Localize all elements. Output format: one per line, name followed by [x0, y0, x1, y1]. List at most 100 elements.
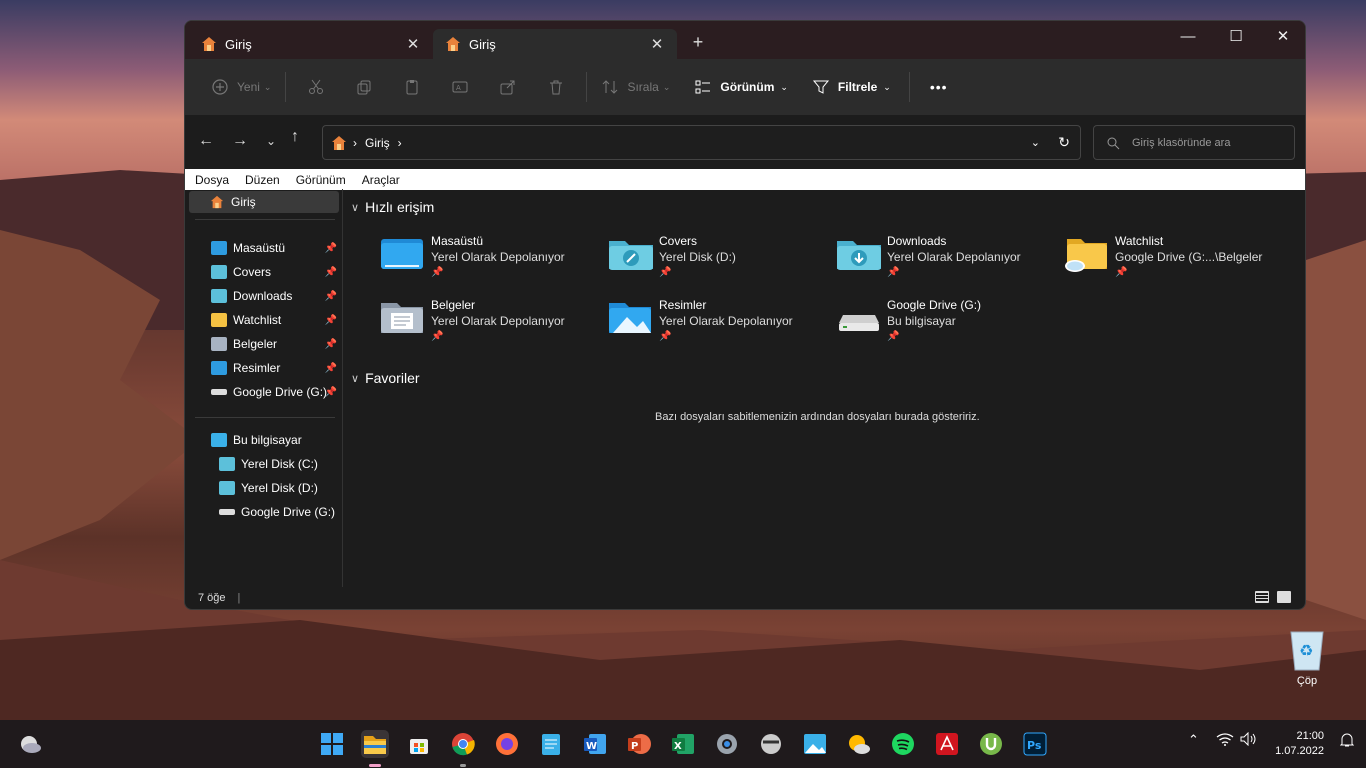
- documents-folder-icon: [381, 303, 423, 333]
- folder-icon: [211, 265, 227, 279]
- new-button[interactable]: Yeni ⌄: [203, 70, 279, 104]
- wifi-icon[interactable]: [1216, 732, 1234, 749]
- scissors-icon: [309, 79, 324, 94]
- svg-text:W: W: [586, 741, 597, 752]
- quick-access-item-masaustu[interactable]: Masaüstü Yerel Olarak Depolanıyor 📌: [379, 233, 599, 289]
- minimize-button[interactable]: —: [1165, 21, 1211, 51]
- sidebar-item-covers[interactable]: Covers 📌: [211, 261, 341, 283]
- divider: [908, 72, 910, 102]
- close-tab-icon[interactable]: ✕: [405, 35, 421, 53]
- powerpoint-icon[interactable]: P: [625, 730, 653, 758]
- chevron-down-icon: ∨: [351, 201, 360, 214]
- rename-button[interactable]: A: [436, 70, 484, 104]
- back-arrow-icon[interactable]: ←: [195, 132, 217, 150]
- photos-icon[interactable]: [801, 730, 829, 758]
- file-explorer-taskbar-icon[interactable]: [361, 730, 389, 758]
- quick-access-item-resimler[interactable]: Resimler Yerel Olarak Depolanıyor 📌: [607, 297, 827, 353]
- copy-button[interactable]: [340, 70, 388, 104]
- sort-button[interactable]: Sırala ⌄: [593, 70, 678, 104]
- sidebar-item-drive-g[interactable]: Google Drive (G:): [219, 501, 339, 523]
- cut-button[interactable]: [292, 70, 340, 104]
- svg-text:A: A: [456, 84, 461, 92]
- notification-bell-icon[interactable]: [1339, 732, 1355, 751]
- clipboard-icon: [406, 80, 418, 95]
- clock-time: 21:00: [1296, 730, 1324, 742]
- sidebar-item-watchlist[interactable]: Watchlist 📌: [211, 309, 341, 331]
- spotify-icon[interactable]: [889, 730, 917, 758]
- weather-app-icon[interactable]: [845, 730, 873, 758]
- tiles-view-icon[interactable]: [1277, 591, 1291, 603]
- menu-araclar[interactable]: Araçlar: [362, 173, 400, 187]
- sidebar-item-downloads[interactable]: Downloads 📌: [211, 285, 341, 307]
- recent-locations-chevron-icon[interactable]: ⌄: [260, 134, 282, 148]
- breadcrumb-giris[interactable]: Giriş: [365, 136, 390, 150]
- quick-access-header[interactable]: ∨ Hızlı erişim: [351, 199, 434, 215]
- tab-giris-2[interactable]: Giriş ✕: [433, 29, 677, 59]
- quick-access-item-covers[interactable]: Covers Yerel Disk (D:) 📌: [607, 233, 827, 289]
- quick-access-item-watchlist[interactable]: Watchlist Google Drive (G:...\Belgeler 📌: [1063, 233, 1283, 289]
- forward-arrow-icon[interactable]: →: [229, 132, 251, 150]
- acrobat-icon[interactable]: [933, 730, 961, 758]
- sidebar-item-belgeler[interactable]: Belgeler 📌: [211, 333, 341, 355]
- tab-label: Giriş: [469, 36, 496, 52]
- breadcrumb-chevron-icon[interactable]: ›: [398, 136, 402, 150]
- quick-access-item-downloads[interactable]: Downloads Yerel Olarak Depolanıyor 📌: [835, 233, 1055, 289]
- sidebar-item-resimler[interactable]: Resimler 📌: [211, 357, 341, 379]
- address-bar[interactable]: › Giriş › ⌄ ↻: [322, 125, 1081, 160]
- favorites-header[interactable]: ∨ Favoriler: [351, 370, 420, 386]
- search-input[interactable]: Giriş klasöründe ara: [1093, 125, 1295, 160]
- details-view-icon[interactable]: [1255, 591, 1269, 603]
- recycle-bin[interactable]: ♻ Çöp: [1284, 628, 1330, 687]
- utorrent-icon[interactable]: [977, 730, 1005, 758]
- more-options-button[interactable]: •••: [922, 70, 956, 104]
- app-icon[interactable]: [757, 730, 785, 758]
- view-button[interactable]: Görünüm ⌄: [686, 70, 796, 104]
- up-arrow-icon[interactable]: ↑: [284, 128, 306, 146]
- delete-button[interactable]: [532, 70, 580, 104]
- home-icon: [202, 37, 216, 51]
- store-icon[interactable]: [405, 730, 433, 758]
- sidebar-item-drive-c[interactable]: Yerel Disk (C:): [219, 453, 339, 475]
- sidebar-item-google-drive[interactable]: Google Drive (G:) 📌: [211, 381, 341, 403]
- notepad-icon[interactable]: [537, 730, 565, 758]
- menu-dosya[interactable]: Dosya: [195, 173, 229, 187]
- chrome-icon[interactable]: [449, 730, 477, 758]
- drive-icon: [219, 509, 235, 515]
- weather-widget-icon[interactable]: [16, 730, 44, 758]
- maximize-button[interactable]: ☐: [1213, 21, 1259, 51]
- share-button[interactable]: [484, 70, 532, 104]
- close-button[interactable]: ✕: [1260, 21, 1305, 51]
- address-dropdown-chevron-icon[interactable]: ⌄: [1031, 136, 1040, 149]
- volume-icon[interactable]: [1240, 731, 1258, 749]
- word-icon[interactable]: W: [581, 730, 609, 758]
- excel-icon[interactable]: X: [669, 730, 697, 758]
- filter-button[interactable]: Filtrele ⌄: [804, 70, 899, 104]
- pin-icon: 📌: [431, 267, 444, 278]
- rename-icon: A: [452, 81, 468, 93]
- firefox-icon[interactable]: [493, 730, 521, 758]
- refresh-icon[interactable]: ↻: [1058, 134, 1070, 151]
- close-tab-icon[interactable]: ✕: [649, 35, 665, 53]
- recycle-bin-icon: ♻: [1290, 631, 1324, 671]
- sidebar-item-giris[interactable]: Giriş: [189, 191, 339, 213]
- sidebar-item-masaustu[interactable]: Masaüstü 📌: [211, 237, 341, 259]
- paste-button[interactable]: [388, 70, 436, 104]
- pin-icon: 📌: [324, 386, 337, 398]
- favorites-empty-message: Bazı dosyaları sabitlemenizin ardından d…: [655, 411, 980, 423]
- settings-gear-icon[interactable]: [713, 730, 741, 758]
- start-button[interactable]: [318, 730, 346, 758]
- download-folder-icon: [211, 289, 227, 303]
- sidebar-item-this-pc[interactable]: Bu bilgisayar: [211, 429, 341, 451]
- tab-giris-1[interactable]: Giriş ✕: [189, 29, 433, 59]
- show-hidden-icons-chevron-icon[interactable]: ⌃: [1188, 732, 1199, 748]
- new-tab-button[interactable]: +: [687, 32, 709, 53]
- menu-gorunum[interactable]: Görünüm: [296, 173, 346, 187]
- sidebar-item-drive-d[interactable]: Yerel Disk (D:): [219, 477, 339, 499]
- share-icon: [500, 80, 515, 95]
- quick-access-item-google-drive[interactable]: Google Drive (G:) Bu bilgisayar 📌: [835, 297, 1055, 353]
- system-clock[interactable]: 21:00 1.07.2022: [1275, 729, 1324, 759]
- pin-icon: 📌: [659, 267, 672, 278]
- quick-access-item-belgeler[interactable]: Belgeler Yerel Olarak Depolanıyor 📌: [379, 297, 599, 353]
- menu-duzen[interactable]: Düzen: [245, 173, 280, 187]
- photoshop-icon[interactable]: Ps: [1021, 730, 1049, 758]
